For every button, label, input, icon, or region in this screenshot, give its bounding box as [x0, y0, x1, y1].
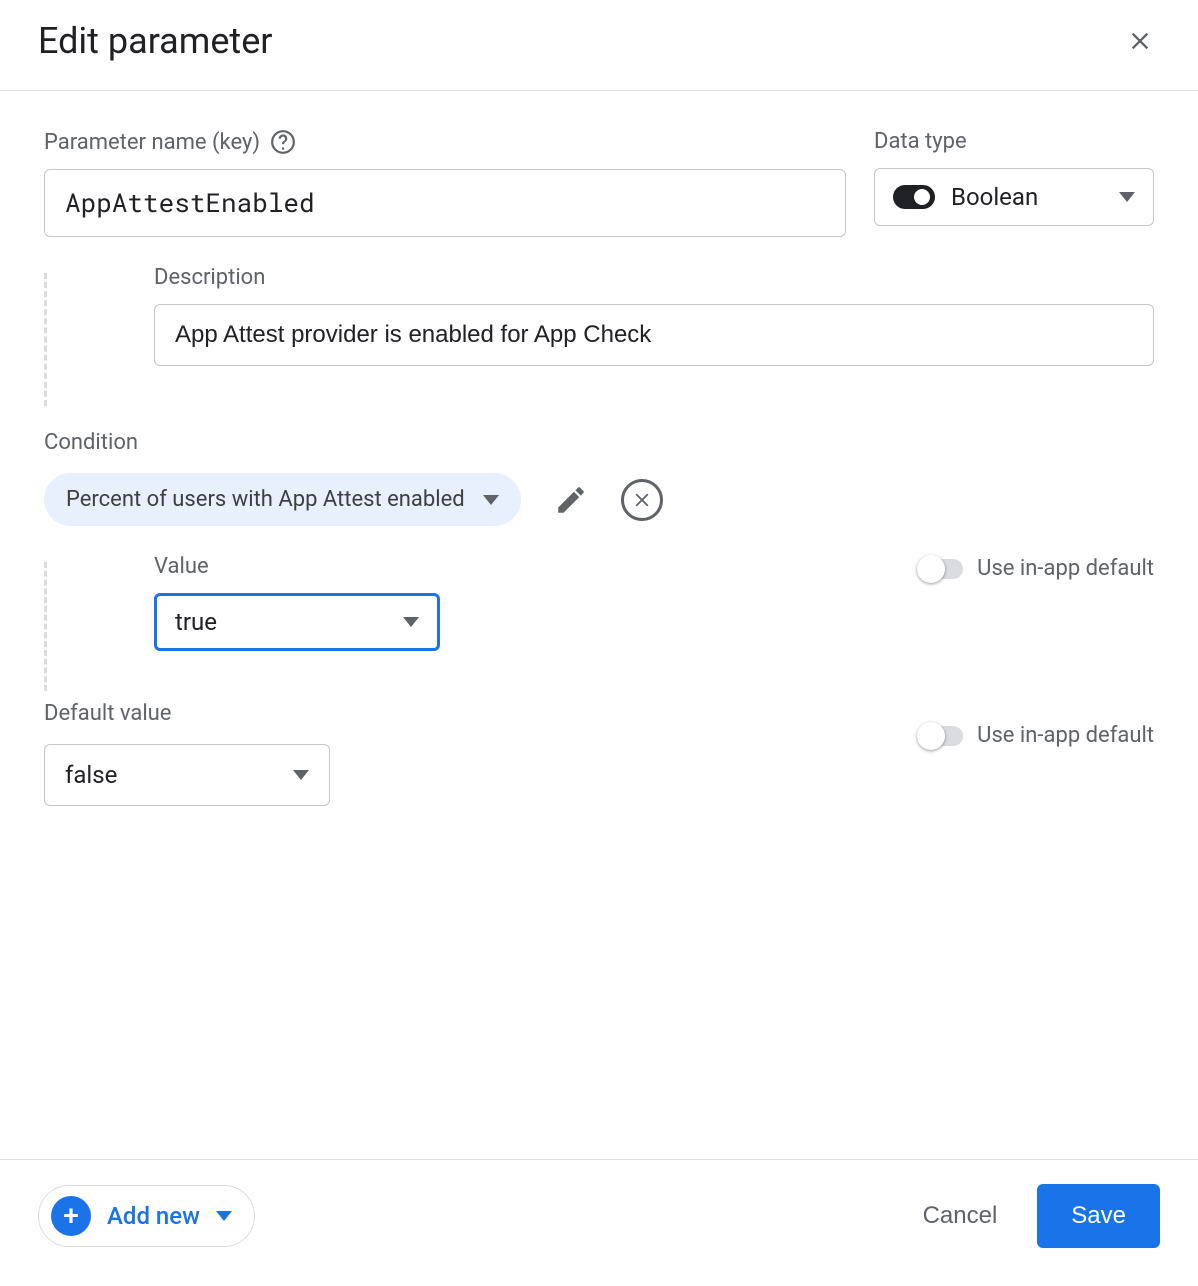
boolean-type-icon — [893, 185, 935, 209]
data-type-value: Boolean — [951, 183, 1103, 211]
chevron-down-icon — [403, 617, 419, 627]
plus-icon: + — [51, 1196, 91, 1236]
chevron-down-icon — [483, 495, 499, 505]
save-button[interactable]: Save — [1037, 1184, 1160, 1248]
parameter-name-label: Parameter name (key) — [44, 129, 846, 155]
pencil-icon — [554, 483, 588, 517]
default-value-select[interactable]: false — [44, 744, 330, 806]
condition-value-text: true — [175, 608, 387, 636]
close-icon — [631, 489, 653, 511]
chevron-down-icon — [216, 1211, 232, 1221]
condition-use-default-toggle[interactable] — [919, 559, 963, 579]
tree-connector — [44, 562, 47, 691]
dialog-content: Parameter name (key) Data type Boolean D… — [0, 91, 1198, 1159]
chevron-down-icon — [1119, 192, 1135, 202]
condition-section-label: Condition — [44, 430, 1154, 455]
close-icon — [1126, 27, 1154, 55]
condition-use-default-label: Use in-app default — [977, 556, 1154, 581]
add-new-button[interactable]: + Add new — [38, 1185, 255, 1247]
cancel-button[interactable]: Cancel — [915, 1190, 1006, 1242]
default-value-label: Default value — [44, 701, 899, 726]
default-value-text: false — [65, 761, 277, 789]
chevron-down-icon — [293, 770, 309, 780]
edit-condition-button[interactable] — [549, 478, 593, 522]
default-use-default-label: Use in-app default — [977, 723, 1154, 748]
description-input[interactable] — [154, 304, 1154, 366]
condition-chip[interactable]: Percent of users with App Attest enabled — [44, 473, 521, 526]
condition-value-select[interactable]: true — [154, 593, 440, 651]
close-button[interactable] — [1120, 21, 1160, 61]
dialog-footer: + Add new Cancel Save — [0, 1159, 1198, 1286]
default-use-default-toggle[interactable] — [919, 726, 963, 746]
data-type-label: Data type — [874, 129, 1154, 154]
remove-condition-button[interactable] — [621, 479, 663, 521]
dialog-title: Edit parameter — [38, 20, 273, 62]
dialog-header: Edit parameter — [0, 0, 1198, 91]
condition-value-label: Value — [154, 554, 899, 579]
help-icon[interactable] — [270, 129, 296, 155]
tree-connector — [44, 273, 47, 406]
description-label: Description — [154, 265, 1154, 290]
condition-chip-label: Percent of users with App Attest enabled — [66, 487, 465, 512]
data-type-select[interactable]: Boolean — [874, 168, 1154, 226]
parameter-name-input[interactable] — [44, 169, 846, 237]
add-new-label: Add new — [107, 1202, 200, 1230]
